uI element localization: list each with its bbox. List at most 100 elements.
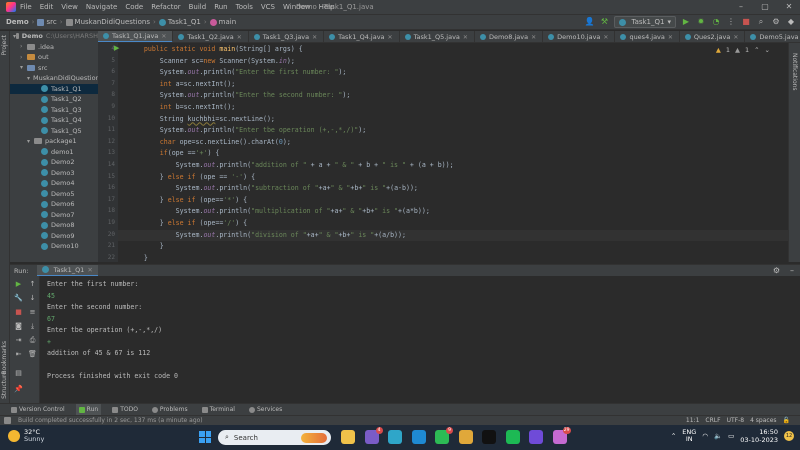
tree-item[interactable]: Demo8 [10, 220, 98, 231]
close-tab-icon[interactable]: ✕ [603, 34, 608, 41]
close-tab-icon[interactable]: ✕ [388, 34, 393, 41]
close-tab-icon[interactable]: ✕ [312, 34, 317, 41]
store-icon[interactable]: 4 [364, 427, 383, 444]
menu-run[interactable]: Run [214, 3, 227, 11]
vscode-icon[interactable] [411, 430, 426, 444]
code-line[interactable]: if(ope =='+') { [128, 149, 220, 157]
tree-item[interactable]: ▾ Demo C:\Users\HARSH [10, 31, 98, 42]
settings-gear-icon[interactable]: ⚙ [771, 17, 781, 27]
chevron-icon[interactable]: ▾ [20, 64, 27, 71]
chevron-icon[interactable]: › [20, 43, 27, 50]
search-icon[interactable]: ⌕ [756, 17, 766, 27]
code-line[interactable]: int a=sc.nextInt(); [128, 80, 235, 88]
menu-tools[interactable]: Tools [236, 3, 253, 11]
taskbar-search[interactable]: ⌕ Search [218, 430, 331, 445]
whatsapp-icon[interactable]: 9 [435, 427, 453, 444]
close-icon[interactable]: ✕ [784, 2, 794, 12]
tool-version-control[interactable]: Version Control [8, 404, 68, 416]
bookmarks-tool-button[interactable]: Bookmarks [1, 341, 8, 375]
code-line[interactable]: int b=sc.nextInt(); [128, 103, 235, 111]
close-tab-icon[interactable]: ✕ [531, 34, 536, 41]
code-line[interactable]: } [128, 242, 164, 250]
editor-tab[interactable]: Task1_Q5.java ✕ [400, 31, 475, 42]
wifi-icon[interactable]: ◠ [702, 432, 708, 440]
code-line[interactable]: String kuchbhi=sc.nextLine(); [128, 115, 275, 123]
clock[interactable]: 16:50 03-10-2023 [740, 428, 778, 444]
editor-tab[interactable]: ques4.java ✕ [615, 31, 680, 42]
tree-item[interactable]: Demo10 [10, 241, 98, 252]
breadcrumb-package[interactable]: MuskanDidiQuestions [75, 18, 150, 26]
chevron-down-icon[interactable]: ⌄ [765, 46, 770, 54]
soft-wrap-icon[interactable]: ≡ [28, 308, 37, 317]
tree-item[interactable]: › out [10, 52, 98, 63]
tree-item[interactable]: Demo6 [10, 199, 98, 210]
print-icon[interactable]: ⎙ [28, 336, 37, 345]
pin-tab-icon[interactable]: ▤ [14, 369, 23, 378]
structure-tool-button[interactable]: Structure [1, 371, 8, 399]
tree-item[interactable]: Task1_Q3 [10, 105, 98, 116]
breadcrumb-src[interactable]: src [46, 18, 56, 26]
user-icon[interactable]: 👤 [584, 17, 594, 27]
close-tab-icon[interactable]: ✕ [668, 34, 673, 41]
close-tab-icon[interactable]: ✕ [87, 266, 92, 274]
breadcrumb-class[interactable]: Task1_Q1 [168, 18, 201, 26]
code-line[interactable]: System.out.println("Enter the first numb… [128, 68, 347, 76]
jetbrains-icon[interactable]: ◆ [786, 17, 796, 27]
code-line[interactable]: System.out.println("division of "+a+" & … [128, 231, 406, 239]
line-separator[interactable]: CRLF [705, 417, 720, 424]
scroll-to-end-icon[interactable]: ⤓ [28, 322, 37, 331]
debug-icon[interactable]: ✹ [696, 17, 706, 27]
code-line[interactable]: System.out.println("Enter tbe operation … [128, 126, 366, 134]
tool-terminal[interactable]: Terminal [199, 404, 238, 416]
weather-widget[interactable]: 32°C Sunny [8, 429, 44, 443]
lock-icon[interactable]: 🔓 [783, 417, 790, 424]
maximize-icon[interactable]: ▢ [760, 2, 770, 12]
scroll-up-icon[interactable]: ↑ [28, 280, 37, 289]
run-gutter-icon[interactable]: ▶ [114, 44, 119, 52]
menu-build[interactable]: Build [189, 3, 207, 11]
inspection-widget[interactable]: ▲ 1 ▲ 1 ⌃ ⌄ [716, 46, 770, 54]
build-hammer-icon[interactable]: ⚒ [599, 17, 609, 27]
tool-services[interactable]: Services [246, 404, 285, 416]
more-actions-icon[interactable]: ⋮ [726, 17, 736, 27]
tree-item[interactable]: Demo4 [10, 178, 98, 189]
code-line[interactable]: System.out.println("addition of " + a + … [128, 161, 454, 169]
scroll-down-icon[interactable]: ↓ [28, 294, 37, 303]
tool-todo[interactable]: TODO [109, 404, 141, 416]
indent-setting[interactable]: 4 spaces [750, 417, 776, 424]
chrome-icon[interactable] [458, 430, 473, 444]
code-line[interactable]: Scanner sc=new Scanner(System.in); [128, 57, 295, 65]
close-tab-icon[interactable]: ✕ [237, 34, 242, 41]
tree-item[interactable]: Demo5 [10, 189, 98, 200]
code-line[interactable]: System.out.println("Enter the second num… [128, 91, 351, 99]
project-tool-button[interactable]: Project [1, 35, 8, 56]
code-line[interactable]: } else if (ope=='*') { [128, 196, 247, 204]
menu-code[interactable]: Code [125, 3, 143, 11]
menu-navigate[interactable]: Navigate [86, 3, 117, 11]
tree-item[interactable]: ▾ package1 [10, 136, 98, 147]
run-configuration-selector[interactable]: Task1_Q1 ▾ [614, 16, 676, 28]
editor-tab[interactable]: Demo5.java✕ [745, 31, 800, 42]
file-encoding[interactable]: UTF-8 [727, 417, 745, 424]
code-line[interactable]: System.out.println("multiplication of "+… [128, 207, 430, 215]
tree-item[interactable]: › .idea [10, 42, 98, 53]
chevron-up-icon[interactable]: ⌃ [754, 46, 759, 54]
clear-icon[interactable]: 🗑 [28, 350, 37, 359]
editor-tab[interactable]: Demo8.java ✕ [475, 31, 544, 42]
notifications-tool-button[interactable]: Notifications [791, 53, 798, 91]
tree-item[interactable]: Task1_Q4 [10, 115, 98, 126]
code-line[interactable]: char ope=sc.nextLine().charAt(0); [128, 138, 291, 146]
editor-tab[interactable]: Demo10.java ✕ [543, 31, 616, 42]
run-tab[interactable]: Task1_Q1 ✕ [36, 264, 98, 277]
minimize-icon[interactable]: – [736, 2, 746, 12]
code-line[interactable]: System.out.println("subtraction of "+a+"… [128, 184, 418, 192]
intellij-icon[interactable] [482, 430, 496, 444]
code-line[interactable]: public static void main(String[] args) { [128, 45, 303, 53]
coverage-icon[interactable]: ◔ [711, 17, 721, 27]
wrench-icon[interactable]: 🔧 [14, 294, 23, 303]
notification-badge[interactable]: 12 [784, 431, 794, 441]
menu-edit[interactable]: Edit [40, 3, 54, 11]
camera-icon[interactable]: ◙ [14, 322, 23, 331]
battery-icon[interactable]: ▭ [728, 432, 734, 440]
restore-layout-icon[interactable]: ⇥ [14, 336, 23, 345]
